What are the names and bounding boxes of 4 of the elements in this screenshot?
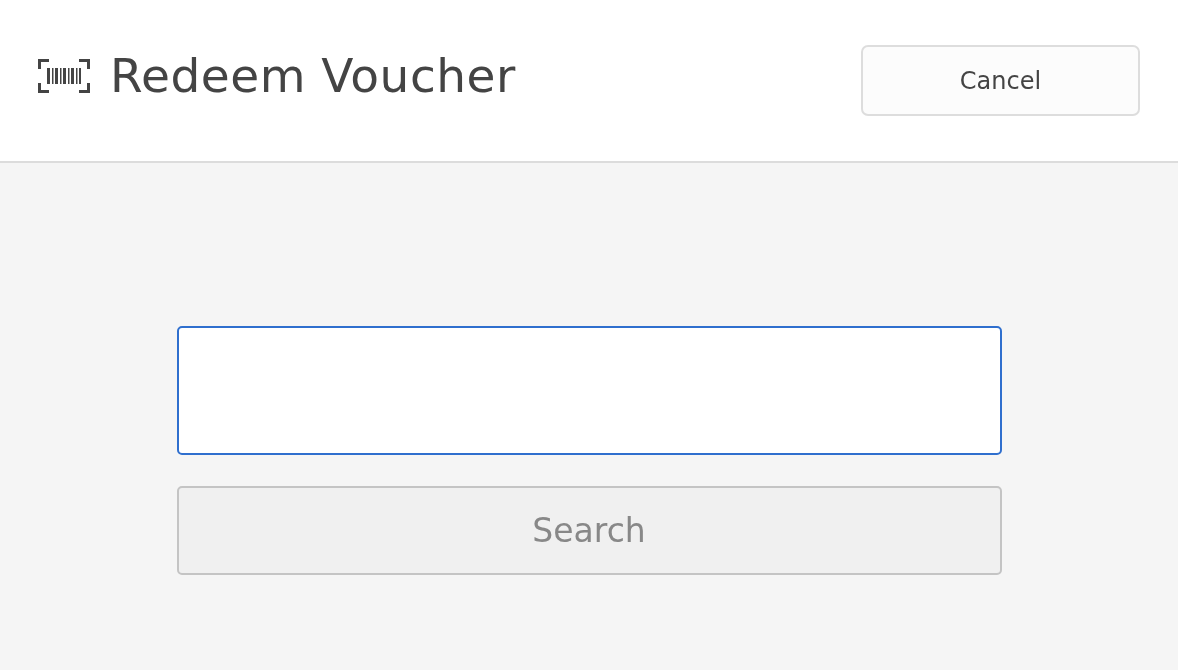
cancel-button[interactable]: Cancel <box>861 45 1140 116</box>
page-title: Redeem Voucher <box>110 48 516 103</box>
barcode-icon <box>38 58 90 93</box>
voucher-input-field[interactable] <box>176 326 1002 455</box>
